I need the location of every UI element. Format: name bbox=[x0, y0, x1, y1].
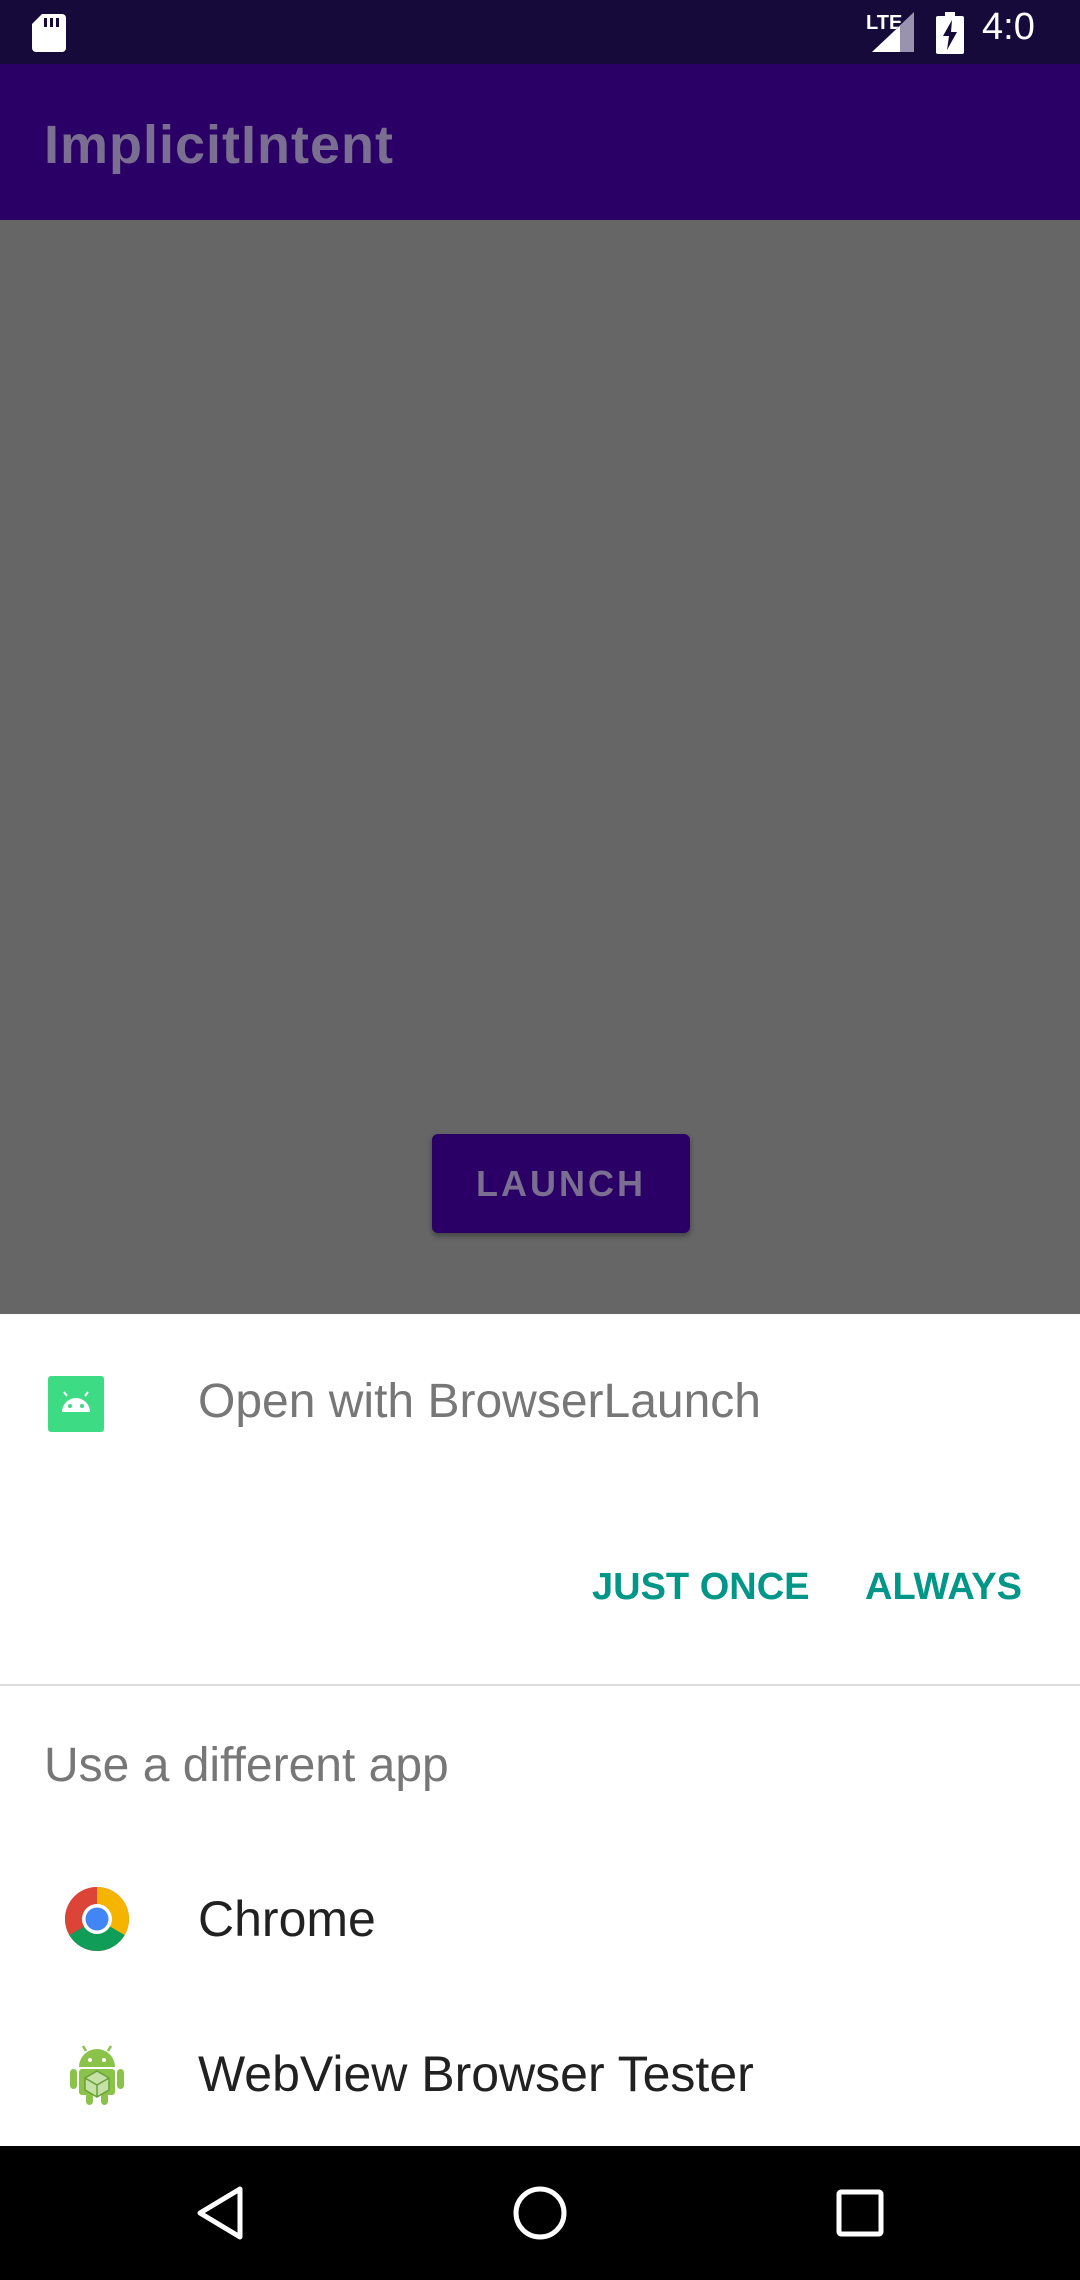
android-webview-icon bbox=[70, 2045, 124, 2105]
sd-card-icon bbox=[32, 14, 66, 52]
app-bar: ImplicitIntent bbox=[0, 64, 1080, 220]
status-time: 4:0 bbox=[982, 6, 1035, 48]
back-icon[interactable] bbox=[190, 2181, 254, 2245]
app-option-label: WebView Browser Tester bbox=[198, 2046, 754, 2102]
battery-charging-icon bbox=[936, 12, 964, 54]
app-title: ImplicitIntent bbox=[44, 115, 394, 175]
android-app-icon bbox=[48, 1376, 104, 1432]
divider bbox=[0, 1684, 1080, 1686]
navigation-bar bbox=[0, 2146, 1080, 2280]
open-with-bottom-sheet: Open with BrowserLaunch JUST ONCE ALWAYS… bbox=[0, 1314, 1080, 2146]
chrome-icon bbox=[65, 1887, 129, 1951]
app-option-chrome[interactable]: Chrome bbox=[0, 1844, 1080, 1994]
launch-button[interactable]: LAUNCH bbox=[432, 1134, 690, 1233]
just-once-button[interactable]: JUST ONCE bbox=[592, 1566, 809, 1609]
recents-icon[interactable] bbox=[828, 2181, 892, 2245]
chooser-title: Open with BrowserLaunch bbox=[198, 1375, 761, 1428]
use-different-app-label: Use a different app bbox=[44, 1739, 449, 1792]
always-button[interactable]: ALWAYS bbox=[865, 1566, 1022, 1609]
app-option-webview-browser-tester[interactable]: WebView Browser Tester bbox=[0, 1999, 1080, 2149]
home-icon[interactable] bbox=[508, 2181, 572, 2245]
signal-icon bbox=[872, 12, 914, 52]
app-option-label: Chrome bbox=[198, 1891, 376, 1947]
status-bar: LTE 4:0 bbox=[0, 0, 1080, 64]
